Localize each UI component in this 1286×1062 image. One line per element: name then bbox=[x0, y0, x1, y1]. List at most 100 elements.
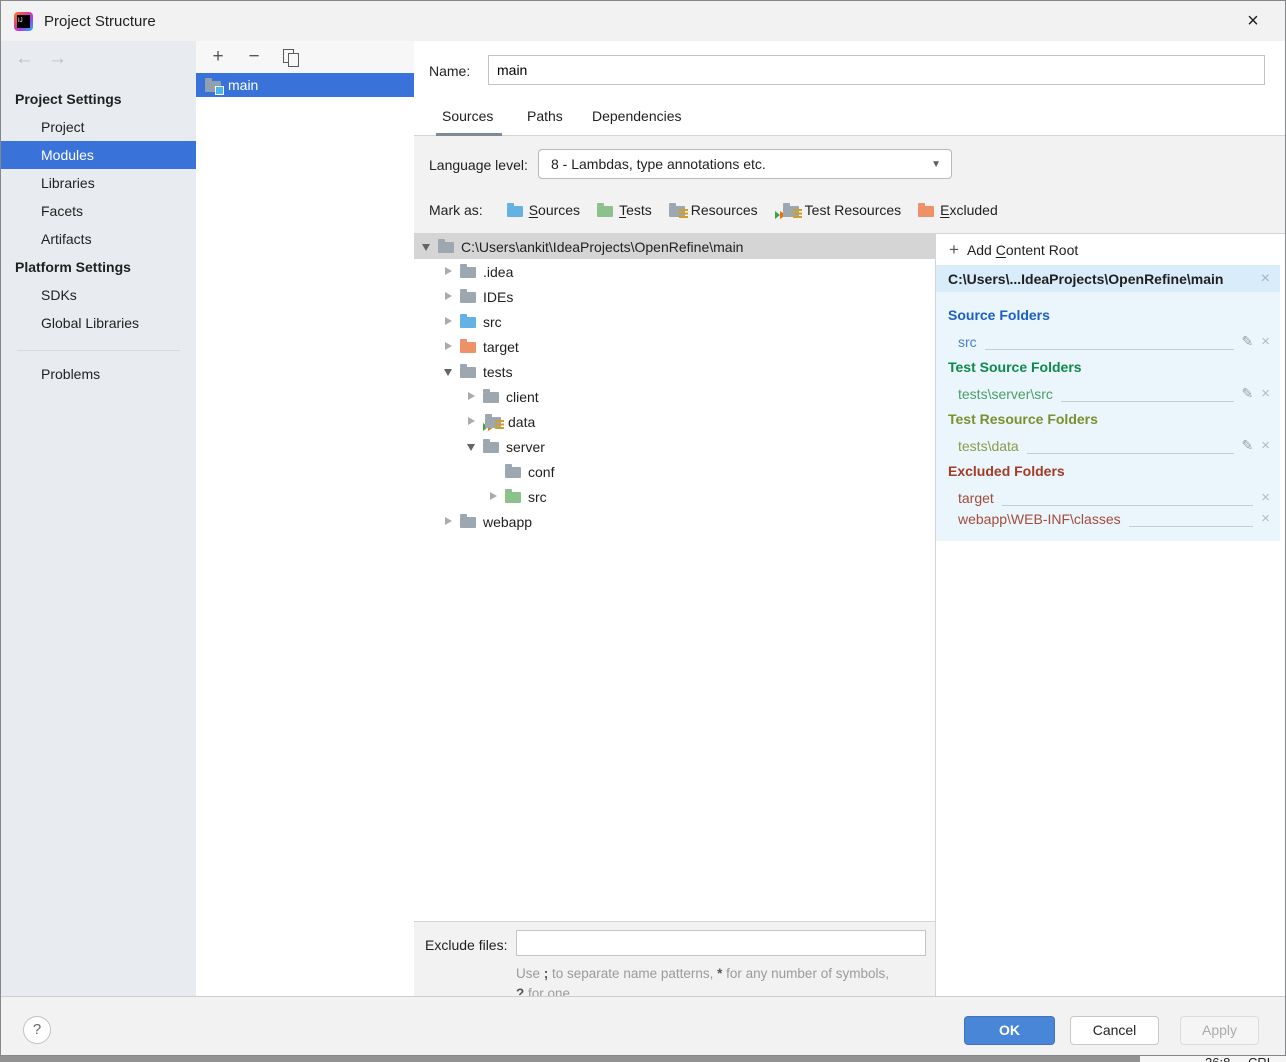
test-source-folders-header: Test Source Folders bbox=[948, 359, 1270, 375]
source-folder-icon bbox=[460, 317, 476, 328]
project-settings-header: Project Settings bbox=[1, 85, 196, 113]
sidebar-item-global-libraries[interactable]: Global Libraries bbox=[1, 309, 196, 337]
excluded-folder-row[interactable]: webapp\WEB-INF\classes × bbox=[948, 506, 1270, 527]
remove-icon[interactable]: × bbox=[1261, 489, 1270, 506]
settings-sidebar: ← → Project Settings Project Modules Lib… bbox=[1, 41, 196, 996]
mark-as-tests[interactable]: Tests bbox=[597, 202, 652, 218]
sidebar-item-facets[interactable]: Facets bbox=[1, 197, 196, 225]
tree-row-ides[interactable]: IDEs bbox=[414, 284, 935, 309]
forward-icon[interactable]: → bbox=[48, 48, 67, 70]
mark-as-label: Mark as: bbox=[429, 202, 483, 218]
remove-content-root-icon[interactable]: × bbox=[1261, 270, 1270, 288]
add-module-icon[interactable]: + bbox=[208, 47, 228, 67]
background-window-strip: 26:8 CRL bbox=[0, 1056, 1286, 1062]
module-name: main bbox=[228, 77, 258, 93]
tab-bar: Sources Paths Dependencies bbox=[414, 105, 1286, 136]
tree-row-root[interactable]: C:\Users\ankit\IdeaProjects\OpenRefine\m… bbox=[414, 234, 935, 259]
leader-line bbox=[1061, 386, 1234, 402]
module-list-panel: + − main bbox=[196, 41, 414, 996]
tab-dependencies[interactable]: Dependencies bbox=[592, 108, 682, 124]
chevron-collapsed-icon[interactable] bbox=[444, 267, 453, 276]
tab-sources[interactable]: Sources bbox=[442, 108, 493, 124]
remove-icon[interactable]: × bbox=[1261, 437, 1270, 454]
sidebar-item-libraries[interactable]: Libraries bbox=[1, 169, 196, 197]
module-toolbar: + − bbox=[196, 41, 414, 73]
tab-paths[interactable]: Paths bbox=[527, 108, 563, 124]
sidebar-item-project[interactable]: Project bbox=[1, 113, 196, 141]
edit-icon[interactable]: ✎ bbox=[1242, 385, 1254, 402]
cancel-button[interactable]: Cancel bbox=[1070, 1016, 1159, 1045]
remove-module-icon[interactable]: − bbox=[244, 47, 264, 67]
chevron-collapsed-icon[interactable] bbox=[489, 492, 498, 501]
background-status-fragment: 26:8 bbox=[1205, 1055, 1230, 1062]
language-level-label: Language level: bbox=[429, 157, 528, 173]
excluded-folder-row[interactable]: target × bbox=[948, 485, 1270, 506]
mark-as-row: Mark as: Sources Tests Resources bbox=[429, 202, 1015, 218]
language-level-value: 8 - Lambdas, type annotations etc. bbox=[551, 156, 766, 172]
chevron-expanded-icon[interactable] bbox=[444, 367, 453, 376]
ok-button[interactable]: OK bbox=[964, 1016, 1055, 1045]
tree-row-tests[interactable]: tests bbox=[414, 359, 935, 384]
tree-row-src[interactable]: src bbox=[414, 309, 935, 334]
tree-row-idea[interactable]: .idea bbox=[414, 259, 935, 284]
sidebar-list: Project Settings Project Modules Librari… bbox=[1, 77, 196, 388]
exclude-files-section: Exclude files: Use ; to separate name pa… bbox=[414, 921, 935, 996]
chevron-collapsed-icon[interactable] bbox=[444, 317, 453, 326]
sidebar-item-modules[interactable]: Modules bbox=[1, 141, 196, 169]
tree-row-data[interactable]: data bbox=[414, 409, 935, 434]
language-level-select[interactable]: 8 - Lambdas, type annotations etc. ▼ bbox=[538, 149, 952, 179]
content-root-path: C:\Users\...IdeaProjects\OpenRefine\main bbox=[948, 271, 1223, 287]
mark-as-resources[interactable]: Resources bbox=[669, 202, 758, 218]
sidebar-item-problems[interactable]: Problems bbox=[1, 360, 196, 388]
chevron-down-icon: ▼ bbox=[931, 159, 941, 170]
copy-module-icon[interactable] bbox=[280, 47, 300, 67]
mark-as-sources[interactable]: Sources bbox=[507, 202, 580, 218]
folder-icon bbox=[460, 517, 476, 528]
dialog-footer: ? OK Cancel Apply bbox=[1, 996, 1285, 1055]
tree-row-webapp[interactable]: webapp bbox=[414, 509, 935, 534]
edit-icon[interactable]: ✎ bbox=[1242, 437, 1254, 454]
chevron-expanded-icon[interactable] bbox=[422, 242, 431, 251]
module-folder-icon bbox=[205, 81, 221, 92]
apply-button[interactable]: Apply bbox=[1180, 1016, 1259, 1045]
edit-icon[interactable]: ✎ bbox=[1242, 333, 1254, 350]
back-icon[interactable]: ← bbox=[15, 48, 34, 70]
history-nav: ← → bbox=[1, 41, 196, 77]
test-source-folder-row[interactable]: tests\server\src ✎ × bbox=[948, 381, 1270, 402]
folder-icon bbox=[460, 292, 476, 303]
tree-row-server-src[interactable]: src bbox=[414, 484, 935, 509]
exclude-files-label: Exclude files: bbox=[425, 937, 507, 953]
test-resource-folders-header: Test Resource Folders bbox=[948, 411, 1270, 427]
remove-icon[interactable]: × bbox=[1261, 510, 1270, 527]
mark-as-test-resources[interactable]: Test Resources bbox=[775, 202, 901, 218]
add-content-root-button[interactable]: + Add Content Root bbox=[936, 234, 1286, 265]
tree-row-target[interactable]: target bbox=[414, 334, 935, 359]
tree-row-client[interactable]: client bbox=[414, 384, 935, 409]
content-root-path-header[interactable]: C:\Users\...IdeaProjects\OpenRefine\main… bbox=[936, 265, 1280, 292]
sidebar-item-sdks[interactable]: SDKs bbox=[1, 281, 196, 309]
module-name-input[interactable] bbox=[488, 55, 1265, 85]
help-button[interactable]: ? bbox=[23, 1016, 51, 1044]
chevron-expanded-icon[interactable] bbox=[467, 442, 476, 451]
tree-row-conf[interactable]: conf bbox=[414, 459, 935, 484]
chevron-collapsed-icon[interactable] bbox=[467, 417, 476, 426]
sidebar-divider bbox=[17, 350, 180, 351]
chevron-collapsed-icon[interactable] bbox=[467, 392, 476, 401]
folder-icon bbox=[483, 442, 499, 453]
chevron-collapsed-icon[interactable] bbox=[444, 292, 453, 301]
intellij-logo-icon: IJ bbox=[14, 12, 33, 31]
close-icon[interactable]: × bbox=[1242, 10, 1264, 32]
module-list-item-main[interactable]: main bbox=[196, 73, 414, 97]
tree-row-server[interactable]: server bbox=[414, 434, 935, 459]
remove-icon[interactable]: × bbox=[1261, 385, 1270, 402]
tests-folder-icon bbox=[597, 206, 613, 217]
chevron-collapsed-icon[interactable] bbox=[444, 517, 453, 526]
source-folder-row[interactable]: src ✎ × bbox=[948, 329, 1270, 350]
sidebar-item-artifacts[interactable]: Artifacts bbox=[1, 225, 196, 253]
leader-line bbox=[985, 334, 1234, 350]
test-resource-folder-row[interactable]: tests\data ✎ × bbox=[948, 433, 1270, 454]
mark-as-excluded[interactable]: Excluded bbox=[918, 202, 998, 218]
remove-icon[interactable]: × bbox=[1261, 333, 1270, 350]
exclude-files-input[interactable] bbox=[516, 930, 926, 956]
chevron-collapsed-icon[interactable] bbox=[444, 342, 453, 351]
